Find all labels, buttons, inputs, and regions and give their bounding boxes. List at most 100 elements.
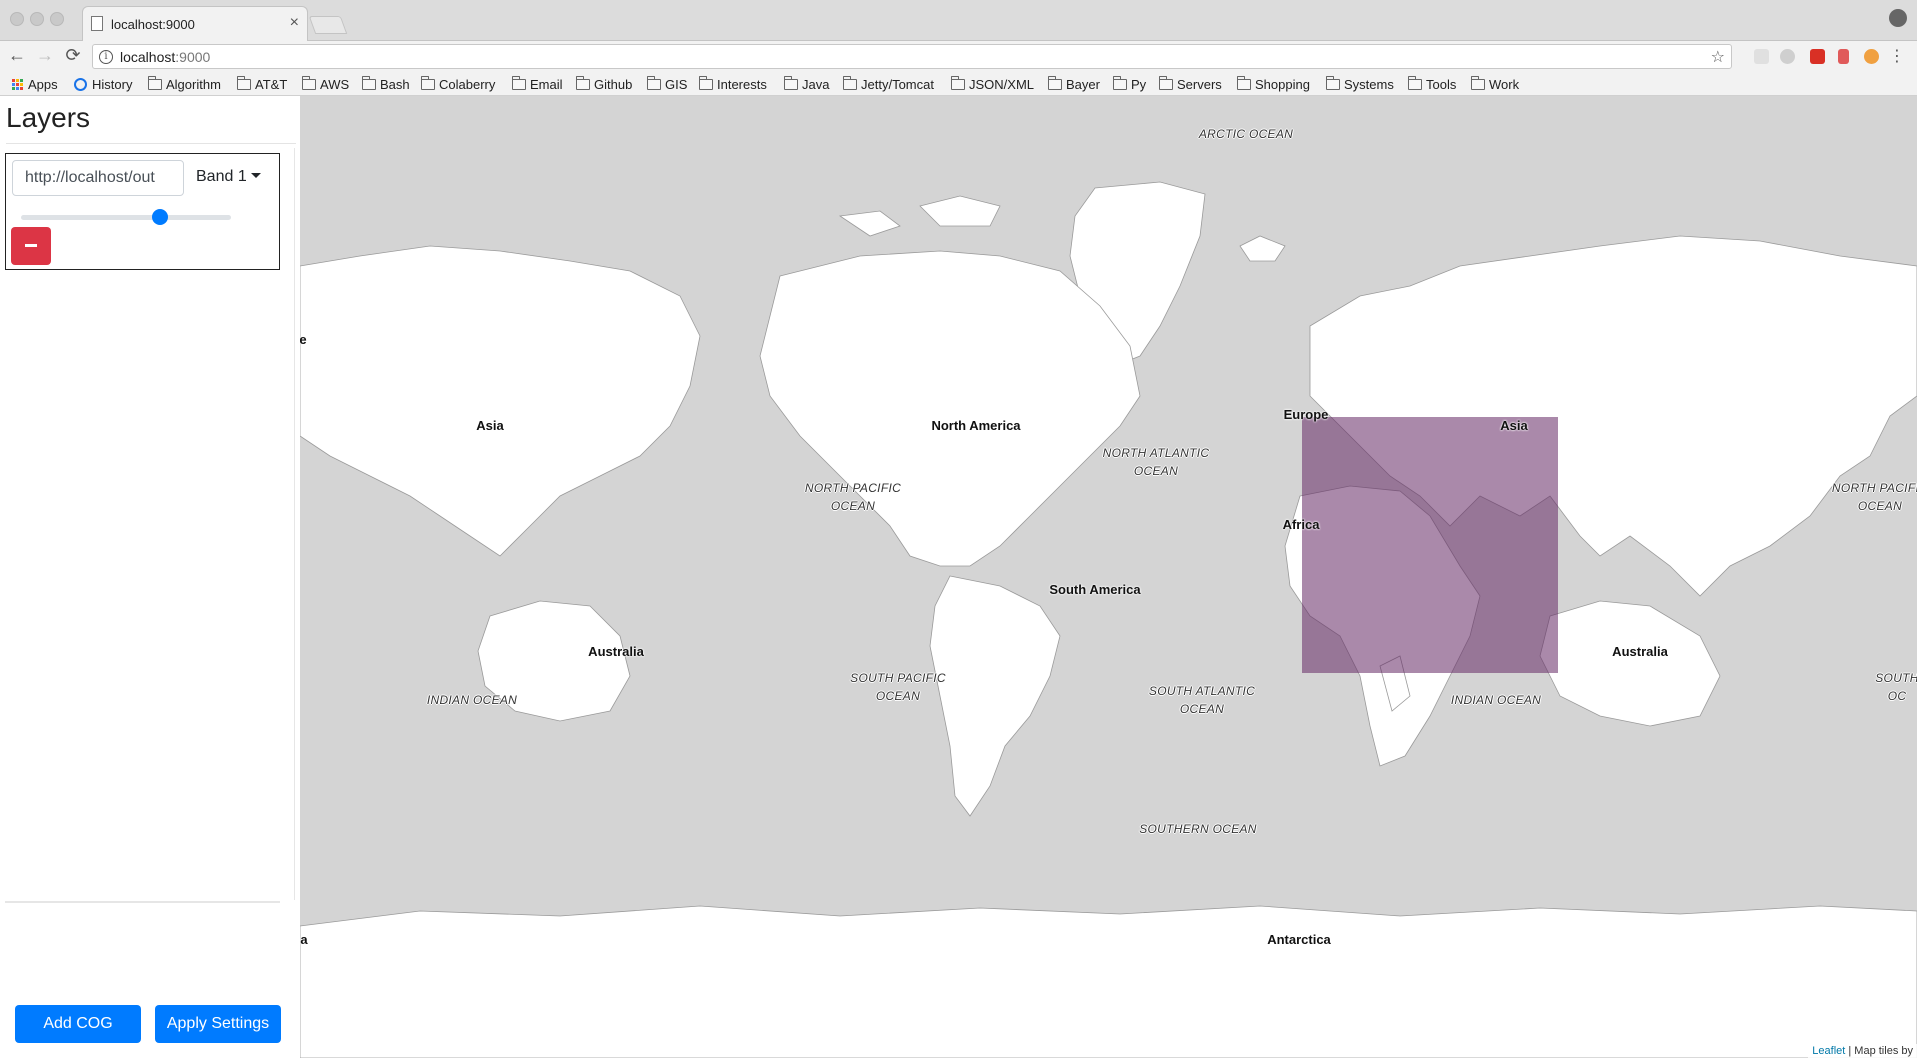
bookmark-label: Servers — [1177, 76, 1222, 92]
forward-icon[interactable]: → — [34, 45, 56, 66]
sidebar-title: Layers — [6, 102, 91, 133]
folder-icon — [1408, 75, 1422, 90]
layers-sidebar: Layers Band 1 — [0, 96, 300, 1058]
bookmark-folder[interactable]: Algorithm — [148, 75, 221, 93]
layers-list[interactable]: Band 1 — [5, 148, 295, 900]
bookmark-folder[interactable]: AT&T — [237, 75, 287, 93]
bookmark-folder[interactable]: Java — [784, 75, 829, 93]
bookmark-label: Apps — [28, 76, 58, 92]
leaflet-link[interactable]: Leaflet — [1812, 1045, 1845, 1057]
island-shape — [919, 195, 1001, 227]
bookmark-folder[interactable]: JSON/XML — [951, 75, 1034, 93]
trash-extension-icon[interactable] — [1838, 49, 1849, 64]
url-port: :9000 — [175, 49, 211, 65]
continent-label: South America — [1049, 582, 1141, 597]
folder-icon — [148, 75, 162, 90]
close-window-button[interactable] — [10, 12, 24, 26]
layer-url-input[interactable] — [12, 160, 184, 196]
ocean-label: NORTH PACIFIC OCEAN — [804, 481, 902, 513]
zoom-window-button[interactable] — [50, 12, 64, 26]
bookmark-label: Email — [530, 76, 563, 92]
tab-localhost[interactable]: localhost:9000 × — [82, 6, 308, 42]
ocean-label: NORTH ATLANTIC OCEAN — [1102, 446, 1210, 478]
continent-label: e — [300, 332, 307, 347]
profile-icon[interactable] — [1889, 9, 1907, 27]
folder-icon — [784, 75, 798, 90]
remove-layer-button[interactable] — [11, 227, 51, 265]
bookmark-label: Tools — [1426, 76, 1457, 92]
bookmark-folder[interactable]: AWS — [302, 75, 349, 93]
opacity-slider[interactable] — [21, 207, 231, 227]
bookmark-folder[interactable]: Jetty/Tomcat — [843, 75, 934, 93]
minus-icon — [25, 244, 37, 247]
bookmark-label: Java — [802, 76, 830, 92]
minimize-window-button[interactable] — [30, 12, 44, 26]
browser-chrome: localhost:9000 × ← → ⟳ i localhost:9000 … — [0, 0, 1917, 96]
bookmark-folder[interactable]: Bash — [362, 75, 410, 93]
site-info-icon[interactable]: i — [99, 50, 113, 64]
cors-extension-icon[interactable] — [1810, 49, 1825, 64]
apply-settings-button[interactable]: Apply Settings — [155, 1005, 281, 1043]
bookmark-folder[interactable]: GIS — [647, 75, 687, 93]
bookmark-folder[interactable]: Work — [1471, 75, 1519, 93]
bookmark-folder[interactable]: Servers — [1159, 75, 1222, 93]
folder-icon — [1048, 75, 1062, 90]
new-tab-button[interactable] — [308, 16, 348, 34]
bookmark-label: Colaberry — [439, 76, 496, 92]
divider — [6, 143, 296, 144]
bookmark-folder[interactable]: Tools — [1408, 75, 1456, 93]
bookmark-folder[interactable]: Github — [576, 75, 632, 93]
browser-menu-icon[interactable]: ⋮ — [1889, 46, 1905, 66]
bookmark-folder[interactable]: Bayer — [1048, 75, 1100, 93]
caret-down-icon — [250, 173, 261, 178]
address-bar[interactable]: i localhost:9000 ☆ — [92, 44, 1732, 69]
bookmark-label: Systems — [1344, 76, 1394, 92]
extension-icon[interactable] — [1780, 49, 1795, 64]
bookmark-label: JSON/XML — [969, 76, 1035, 92]
page-icon — [91, 16, 103, 31]
extension-icon[interactable] — [1864, 49, 1879, 64]
layer-card: Band 1 — [5, 153, 280, 270]
band-dropdown[interactable]: Band 1 — [196, 168, 261, 186]
ocean-label: SOUTH PACIFIC OCEAN — [850, 671, 946, 703]
bookmark-folder[interactable]: Colaberry — [421, 75, 495, 93]
bookmarks-bar: Apps History Algorithm AT&T AWS Bash Col… — [0, 72, 1917, 96]
continent-label: Australia — [1612, 644, 1668, 659]
slider-thumb[interactable] — [151, 209, 168, 225]
bookmark-folder[interactable]: Systems — [1326, 75, 1394, 93]
apps-icon — [12, 78, 23, 90]
bookmark-folder[interactable]: Py — [1113, 75, 1146, 93]
bookmark-folder[interactable]: Interests — [699, 75, 767, 93]
map-view[interactable]: e Asia North America Europe Africa Asia … — [300, 96, 1917, 1058]
ocean-label: SOUTHERN OCEAN — [1139, 822, 1257, 836]
folder-icon — [1326, 75, 1340, 90]
continent-label: Asia — [476, 418, 504, 433]
australia-shape — [1539, 600, 1721, 727]
close-tab-icon[interactable]: × — [290, 14, 299, 32]
folder-icon — [951, 75, 965, 90]
continent-label: a — [300, 932, 308, 947]
folder-icon — [699, 75, 713, 90]
extension-icon[interactable] — [1754, 49, 1769, 64]
bookmark-folder[interactable]: Email — [512, 75, 563, 93]
back-icon[interactable]: ← — [6, 45, 28, 66]
asia-left-shape — [300, 245, 701, 557]
bookmark-label: GIS — [665, 76, 688, 92]
ocean-label: INDIAN OCEAN — [1450, 693, 1542, 707]
folder-icon — [237, 75, 251, 90]
cog-layer-overlay — [1302, 417, 1558, 673]
bookmark-star-icon[interactable]: ☆ — [1711, 47, 1725, 67]
bookmark-label: Algorithm — [166, 76, 221, 92]
bookmark-apps[interactable]: Apps — [12, 75, 58, 93]
ocean-label: ARCTIC OCEAN — [1198, 127, 1294, 141]
continent-label: Antarctica — [1267, 932, 1331, 947]
bookmark-history[interactable]: History — [74, 75, 132, 93]
reload-icon[interactable]: ⟳ — [62, 45, 84, 66]
add-cog-button[interactable]: Add COG — [15, 1005, 141, 1043]
folder-icon — [576, 75, 590, 90]
map-attribution: Leaflet | Map tiles by — [1808, 1044, 1917, 1058]
island-shape — [838, 210, 901, 237]
bookmark-folder[interactable]: Shopping — [1237, 75, 1310, 93]
divider — [5, 901, 280, 903]
continent-label: Europe — [1283, 407, 1329, 422]
